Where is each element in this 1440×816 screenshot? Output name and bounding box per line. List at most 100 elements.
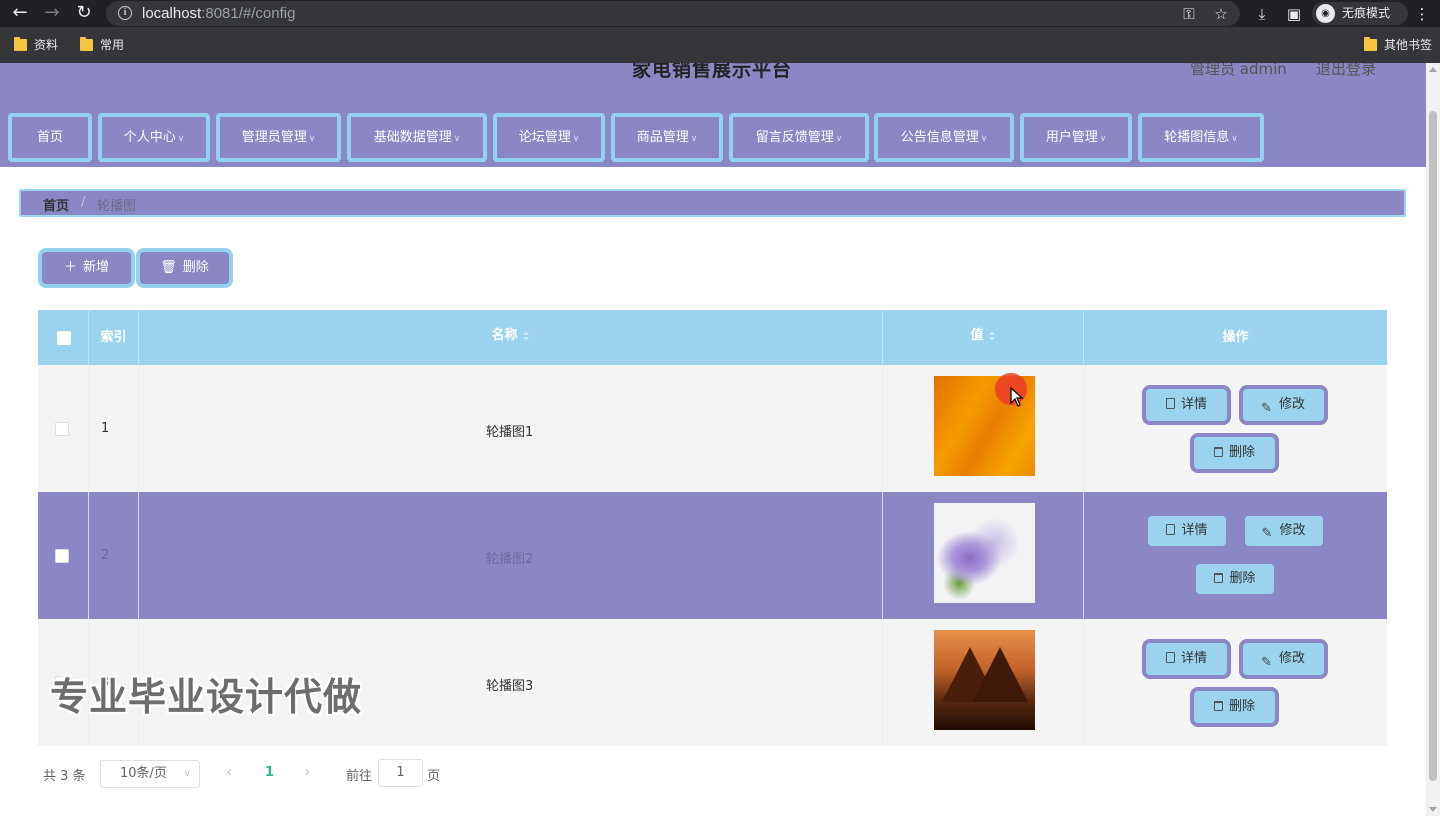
bookmark-folder[interactable]: 常用 [80,37,124,53]
sort-icon[interactable] [522,330,530,341]
document-icon [1165,398,1175,409]
detail-button[interactable]: 详情 [1148,516,1226,546]
row-name: 轮播图3 [486,679,534,694]
pagination-total: 共 3 条 [43,769,86,784]
incognito-label: 无痕模式 [1342,6,1391,20]
table-row: 2 轮播图2 详情 修改 删除 [38,492,1387,619]
breadcrumb: 首页 / 轮播图 [19,189,1406,217]
delete-button[interactable]: 删除 [1190,687,1279,727]
site-info-icon[interactable]: i [118,6,132,20]
batch-delete-button[interactable]: 🗑 删除 [136,248,233,288]
edit-button[interactable]: 修改 [1239,639,1328,679]
delete-button[interactable]: 删除 [1190,433,1279,473]
incognito-icon: ◉ [1316,4,1335,23]
download-icon[interactable]: ⤓ [1252,4,1272,24]
document-icon [1165,652,1175,663]
detail-button[interactable]: 详情 [1142,385,1231,425]
logout-link[interactable]: 退出登录 [1316,63,1376,79]
column-header-actions: 操作 [1222,330,1249,345]
detail-button[interactable]: 详情 [1142,639,1231,679]
forward-icon[interactable]: → [42,4,62,24]
main-menu: 首页 个人中心 ∨ 管理员管理 ∨ 基础数据管理 ∨ 论坛管理 ∨ 商品管理 ∨ 留言反馈… [0,108,1426,167]
chevron-down-icon: ∨ [980,134,988,144]
scroll-down-icon[interactable] [1429,807,1437,812]
folder-icon [80,37,93,51]
menu-item-announcements[interactable]: 公告信息管理 ∨ [874,113,1014,162]
plus-icon: ＋ [63,260,77,275]
select-all-cell [38,310,89,365]
chevron-down-icon: ∨ [835,134,843,144]
chevron-down-icon: ∨ [308,134,316,144]
delete-button[interactable]: 删除 [1196,564,1274,594]
menu-item-personal-center[interactable]: 个人中心 ∨ [98,113,210,162]
other-bookmarks[interactable]: 其他书签 [1364,37,1432,53]
menu-item-basic-data[interactable]: 基础数据管理 ∨ [347,113,487,162]
column-header-index: 索引 [89,310,139,365]
app-title: 家电销售展示平台 [632,63,793,81]
column-header-name[interactable]: 名称 [139,310,883,365]
page-size-select[interactable]: 10条/页 ∨ [100,760,200,788]
carousel-image[interactable] [934,630,1035,730]
folder-icon [14,37,27,51]
current-page[interactable]: 1 [265,765,274,780]
bookmarks-bar: 资料 常用 其他书签 [0,27,1440,63]
row-checkbox[interactable] [55,549,69,563]
row-name: 轮播图1 [486,425,534,440]
edit-button[interactable]: 修改 [1239,385,1328,425]
admin-label: 管理员 admin [1190,63,1287,78]
back-icon[interactable]: ← [10,4,30,24]
url-path: :8081/#/config [201,5,296,22]
chevron-down-icon: ∨ [453,134,461,144]
star-icon[interactable]: ☆ [1211,4,1231,24]
menu-item-admin-management[interactable]: 管理员管理 ∨ [216,113,341,162]
sidebar-icon[interactable]: ▣ [1284,4,1304,24]
breadcrumb-separator: / [81,195,86,210]
sort-icon[interactable] [988,330,996,341]
trash-icon: 🗑 [160,260,177,275]
scrollbar-thumb[interactable] [1429,111,1437,781]
menu-item-products[interactable]: 商品管理 ∨ [611,113,723,162]
page-scrollbar[interactable] [1426,63,1440,816]
table-header: 索引 名称 值 操作 [38,310,1387,365]
edit-icon [1261,393,1273,425]
goto-label: 前往 [346,769,373,784]
bookmark-folder[interactable]: 资料 [14,37,58,53]
url-host: localhost [142,5,202,22]
breadcrumb-home[interactable]: 首页 [43,195,69,214]
menu-item-feedback[interactable]: 留言反馈管理 ∨ [729,113,869,162]
chevron-down-icon: ∨ [1099,134,1107,144]
address-bar[interactable]: i localhost:8081/#/config [106,1,1240,26]
next-page-icon[interactable]: › [304,762,310,781]
goto-page-input[interactable]: 1 [378,759,423,787]
folder-icon [1364,37,1377,51]
table-row: 1 轮播图1 详情 修改 删除 [38,365,1387,492]
more-menu-icon[interactable]: ⋮ [1412,4,1432,24]
row-index: 1 [101,421,110,436]
carousel-image[interactable] [934,503,1035,603]
incognito-badge[interactable]: ◉ 无痕模式 [1312,2,1408,25]
edit-icon [1261,519,1273,549]
page-suffix: 页 [427,769,441,784]
menu-item-carousel[interactable]: 轮播图信息 ∨ [1138,113,1264,162]
chevron-down-icon: ∨ [572,134,580,144]
breadcrumb-current: 轮播图 [97,199,137,214]
menu-item-home[interactable]: 首页 [8,113,92,162]
select-all-checkbox[interactable] [57,331,71,345]
edit-button[interactable]: 修改 [1245,516,1323,549]
row-checkbox[interactable] [55,422,69,436]
row-name: 轮播图2 [486,552,534,567]
watermark-text: 专业毕业设计代做 [50,675,363,719]
chevron-down-icon: ∨ [177,134,185,144]
add-button[interactable]: ＋新增 [38,248,135,288]
key-icon[interactable]: ⚿ [1179,4,1199,24]
document-icon [1166,524,1176,535]
menu-item-forum[interactable]: 论坛管理 ∨ [493,113,605,162]
menu-item-users[interactable]: 用户管理 ∨ [1020,113,1132,162]
reload-icon[interactable]: ↻ [74,4,94,24]
column-header-value[interactable]: 值 [883,310,1084,365]
chevron-down-icon: ∨ [183,768,191,779]
row-index: 2 [101,548,110,563]
scroll-up-icon[interactable] [1429,67,1437,72]
chevron-down-icon: ∨ [1231,134,1238,144]
prev-page-icon[interactable]: ‹ [226,762,232,781]
